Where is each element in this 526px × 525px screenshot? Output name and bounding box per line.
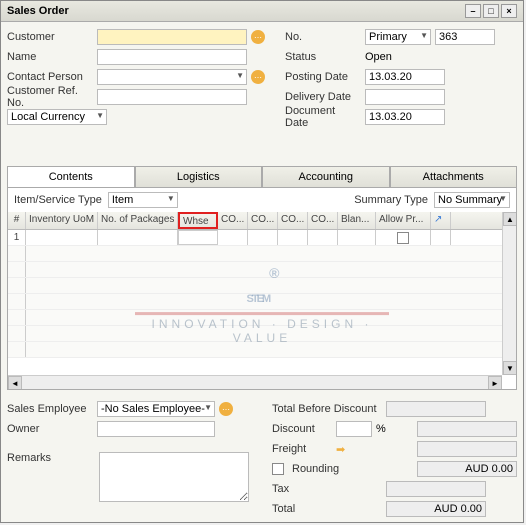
header-area: Customer ⋯ Name Contact Person ⋯ Custome… [7, 28, 517, 126]
col-co3[interactable]: CO... [278, 212, 308, 229]
header-right: No. Status Open Posting Date Delivery Da… [285, 28, 517, 126]
grid-header: # Inventory UoM No. of Packages Whse CO.… [8, 212, 516, 230]
tax-label: Tax [272, 483, 382, 495]
col-co4[interactable]: CO... [308, 212, 338, 229]
col-inventory-uom[interactable]: Inventory UoM [26, 212, 98, 229]
tabs: Contents Logistics Accounting Attachment… [7, 166, 517, 188]
contact-input[interactable] [97, 69, 247, 85]
tab-logistics[interactable]: Logistics [135, 166, 263, 187]
titlebar: Sales Order – □ × [1, 1, 523, 22]
contact-label: Contact Person [7, 71, 93, 83]
delivery-label: Delivery Date [285, 91, 361, 103]
sales-emp-label: Sales Employee [7, 403, 93, 415]
freight-label: Freight [272, 443, 332, 455]
discount-label: Discount [272, 423, 332, 435]
sales-emp-picker-icon[interactable]: ⋯ [219, 402, 233, 416]
customer-label: Customer [7, 31, 93, 43]
col-whse[interactable]: Whse [178, 212, 218, 229]
item-type-select[interactable] [108, 192, 178, 208]
grid: STEM® INNOVATION · DESIGN · VALUE # Inve… [7, 212, 517, 390]
table-row [8, 294, 516, 310]
vertical-scrollbar[interactable]: ▲ ▼ [502, 212, 516, 375]
customer-picker-icon[interactable]: ⋯ [251, 30, 265, 44]
customer-input[interactable] [97, 29, 247, 45]
table-row [8, 310, 516, 326]
window-content: Customer ⋯ Name Contact Person ⋯ Custome… [1, 22, 523, 522]
tab-accounting[interactable]: Accounting [262, 166, 390, 187]
table-row [8, 246, 516, 262]
table-row [8, 278, 516, 294]
custref-label: Customer Ref. No. [7, 85, 93, 109]
total-label: Total [272, 503, 382, 515]
close-button[interactable]: × [501, 4, 517, 18]
scroll-up-icon[interactable]: ▲ [503, 212, 517, 226]
header-left: Customer ⋯ Name Contact Person ⋯ Custome… [7, 28, 265, 126]
custref-input[interactable] [97, 89, 247, 105]
status-value: Open [365, 51, 392, 63]
document-input[interactable] [365, 109, 445, 125]
rounding-label: Rounding [292, 463, 388, 475]
table-row [8, 326, 516, 342]
col-packages[interactable]: No. of Packages [98, 212, 178, 229]
table-row[interactable]: 1 [8, 230, 516, 246]
row-num: 1 [8, 230, 26, 245]
horizontal-scrollbar[interactable]: ◄ ► [8, 375, 502, 389]
discount-pct-sign: % [376, 423, 386, 435]
no-label: No. [285, 31, 361, 43]
document-label: Document Date [285, 105, 361, 129]
posting-label: Posting Date [285, 71, 361, 83]
col-expand-icon[interactable]: ↗ [431, 212, 451, 229]
summary-type-label: Summary Type [354, 194, 428, 206]
currency-select[interactable] [7, 109, 107, 125]
table-row [8, 342, 516, 358]
total-before-value [386, 401, 486, 417]
tab-contents[interactable]: Contents [7, 166, 135, 187]
owner-input[interactable] [97, 421, 215, 437]
scroll-down-icon[interactable]: ▼ [503, 361, 517, 375]
name-label: Name [7, 51, 93, 63]
col-co2[interactable]: CO... [248, 212, 278, 229]
footer-right: Total Before Discount Discount % Freight… [272, 400, 517, 518]
posting-input[interactable] [365, 69, 445, 85]
item-type-label: Item/Service Type [14, 194, 102, 206]
summary-type-select[interactable] [434, 192, 510, 208]
owner-label: Owner [7, 423, 93, 435]
sales-emp-select[interactable] [97, 401, 215, 417]
contact-picker-icon[interactable]: ⋯ [251, 70, 265, 84]
table-row [8, 262, 516, 278]
allow-checkbox[interactable] [397, 232, 409, 244]
remarks-label: Remarks [7, 452, 93, 502]
remarks-input[interactable] [99, 452, 249, 502]
scroll-right-icon[interactable]: ► [488, 376, 502, 390]
discount-pct-input[interactable] [336, 421, 372, 437]
freight-value [417, 441, 517, 457]
rounding-value [417, 461, 517, 477]
status-label: Status [285, 51, 361, 63]
footer-left: Sales Employee ⋯ Owner Remarks [7, 400, 252, 518]
total-before-label: Total Before Discount [272, 403, 382, 415]
titlebar-buttons: – □ × [465, 4, 517, 18]
no-series-select[interactable] [365, 29, 431, 45]
col-allow[interactable]: Allow Pr... [376, 212, 431, 229]
grid-toolbar: Item/Service Type Summary Type [7, 188, 517, 212]
discount-value [417, 421, 517, 437]
scroll-left-icon[interactable]: ◄ [8, 376, 22, 390]
maximize-button[interactable]: □ [483, 4, 499, 18]
rounding-checkbox[interactable] [272, 463, 284, 475]
col-num[interactable]: # [8, 212, 26, 229]
col-co1[interactable]: CO... [218, 212, 248, 229]
freight-link-icon[interactable]: ➡ [336, 443, 345, 456]
name-input[interactable] [97, 49, 247, 65]
minimize-button[interactable]: – [465, 4, 481, 18]
delivery-input[interactable] [365, 89, 445, 105]
sales-order-window: Sales Order – □ × Customer ⋯ Name Contac… [0, 0, 524, 523]
tab-attachments[interactable]: Attachments [390, 166, 518, 187]
no-input[interactable] [435, 29, 495, 45]
col-blanket[interactable]: Blan... [338, 212, 376, 229]
window-title: Sales Order [7, 5, 69, 17]
tax-value [386, 481, 486, 497]
footer-area: Sales Employee ⋯ Owner Remarks Total Bef… [7, 400, 517, 518]
total-value [386, 501, 486, 517]
